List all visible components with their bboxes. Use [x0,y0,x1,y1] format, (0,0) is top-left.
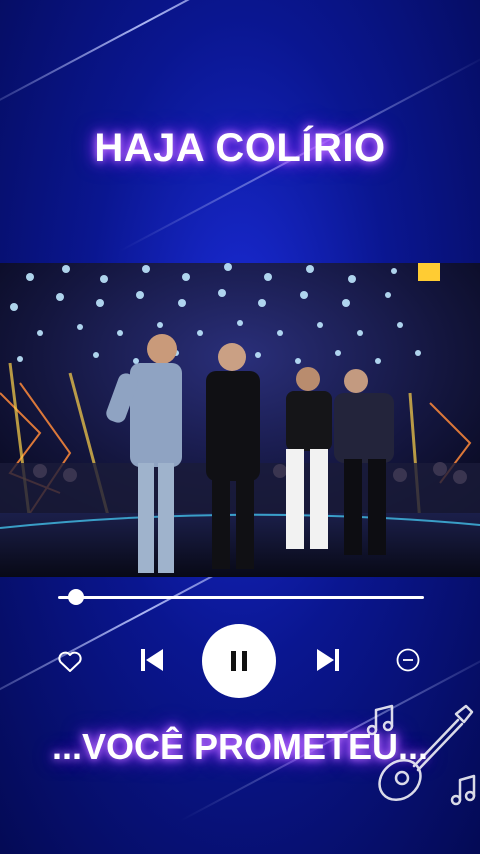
remove-button[interactable] [394,646,422,674]
concert-scene [0,263,480,577]
heart-icon [58,651,82,672]
player-controls [0,620,480,700]
play-pause-button[interactable] [202,624,276,698]
page-title: HAJA COLÍRIO [94,126,386,170]
video-frame[interactable] [0,263,480,577]
like-button[interactable] [56,648,84,676]
next-button[interactable] [312,644,344,676]
pause-icon [231,651,247,671]
minus-circle-icon [396,648,420,672]
progress-track[interactable] [58,596,424,599]
skip-next-icon [317,649,339,671]
previous-button[interactable] [136,644,168,676]
skip-previous-icon [141,649,163,671]
guitar-notes-icon [362,696,480,814]
